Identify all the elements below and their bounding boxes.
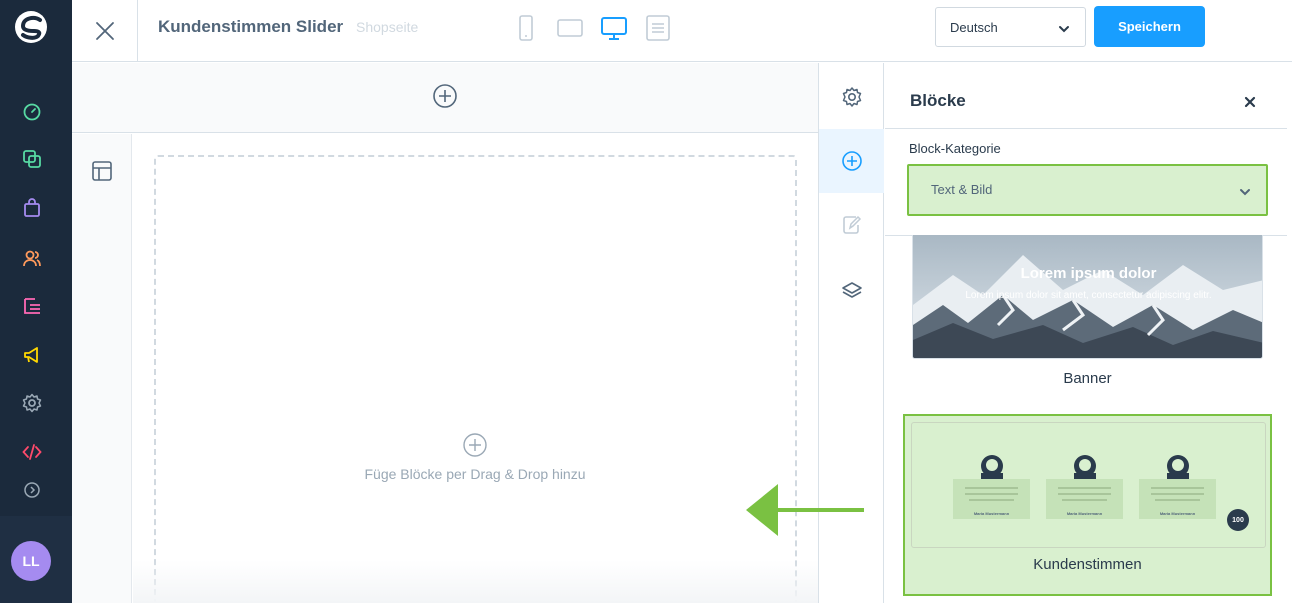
text-line [1151, 493, 1204, 495]
gear-icon [842, 87, 861, 107]
main-sidebar: LL [0, 0, 72, 603]
content-icon[interactable] [22, 296, 42, 316]
settings-tab[interactable] [819, 65, 884, 129]
dashboard-icon[interactable] [22, 102, 42, 122]
canvas-fade [133, 560, 818, 603]
text-line [1155, 499, 1200, 501]
category-select[interactable]: Text & Bild [907, 164, 1268, 216]
close-icon[interactable] [90, 16, 120, 46]
text-line [965, 487, 1018, 489]
testimonial-name: Maria Mustermann [1066, 511, 1103, 516]
customers-icon[interactable] [22, 248, 42, 268]
chevron-down-icon [1059, 26, 1069, 33]
text-line [1062, 499, 1107, 501]
banner-block-preview[interactable]: Lorem ipsum dolor Lorem ipsum dolor sit … [912, 235, 1263, 359]
edit-tab[interactable] [819, 193, 884, 257]
text-line [965, 493, 1018, 495]
language-select[interactable]: Deutsch [935, 7, 1086, 47]
topbar-divider [137, 0, 138, 62]
testimonial-name: Maria Mustermann [1159, 511, 1196, 516]
panel-title: Blöcke [910, 91, 966, 110]
code-icon[interactable] [22, 442, 42, 462]
catalog-icon[interactable] [22, 149, 42, 169]
panel-header: Blöcke [885, 63, 1287, 129]
language-value: Deutsch [950, 20, 998, 35]
text-line [1151, 487, 1204, 489]
testimonials-block-preview[interactable]: Maria Mustermann Maria Mustermann Maria … [911, 422, 1266, 548]
expand-icon[interactable] [22, 480, 42, 500]
text-line [1058, 493, 1111, 495]
page-title: Kundenstimmen Slider [158, 17, 344, 36]
testimonials-block-label: Kundenstimmen [1033, 556, 1142, 573]
banner-preview-title: Lorem ipsum dolor [1020, 265, 1157, 282]
desktop-view-icon[interactable] [600, 14, 628, 42]
add-block-icon[interactable] [462, 432, 488, 458]
banner-block-label: Banner [1063, 370, 1112, 387]
orders-icon[interactable] [22, 198, 42, 218]
layout-icon[interactable] [91, 160, 113, 182]
blocks-tab[interactable] [819, 129, 884, 193]
add-section-icon[interactable] [432, 83, 458, 109]
section-add-bar [72, 63, 818, 133]
close-icon[interactable] [1241, 93, 1259, 111]
section-tools [72, 134, 132, 603]
user-avatar[interactable]: LL [11, 541, 51, 581]
save-button[interactable]: Speichern [1094, 6, 1205, 47]
edit-icon [842, 215, 861, 234]
category-value: Text & Bild [931, 182, 993, 197]
layers-tab[interactable] [819, 259, 884, 323]
testimonial-name: Maria Mustermann [973, 511, 1010, 516]
layers-icon [841, 282, 862, 298]
banner-preview-text: Lorem ipsum dolor sit amet, consectetur … [965, 290, 1212, 301]
text-line [969, 499, 1014, 501]
settings-icon[interactable] [22, 393, 42, 413]
chevron-down-icon [1240, 189, 1250, 196]
arrow-annotation-icon [746, 484, 864, 536]
blocks-panel: Blöcke Block-Kategorie Text & Bild Lorem… [885, 63, 1292, 603]
tablet-view-icon[interactable] [556, 14, 584, 42]
text-line [1058, 487, 1111, 489]
mobile-view-icon[interactable] [512, 14, 540, 42]
rating-badge: 100 [1227, 509, 1249, 531]
category-label: Block-Kategorie [909, 141, 1001, 156]
shopware-logo[interactable] [14, 10, 48, 44]
add-circle-icon [841, 151, 862, 171]
form-view-icon[interactable] [644, 14, 672, 42]
drop-hint: Füge Blöcke per Drag & Drop hinzu [364, 466, 586, 482]
marketing-icon[interactable] [22, 345, 42, 365]
block-dropzone[interactable] [154, 155, 797, 603]
page-subtitle: Shopseite [356, 19, 419, 35]
testimonials-block-highlight[interactable]: Maria Mustermann Maria Mustermann Maria … [903, 414, 1272, 596]
top-bar: Kundenstimmen Slider Shopseite Deutsch S… [72, 0, 1292, 62]
